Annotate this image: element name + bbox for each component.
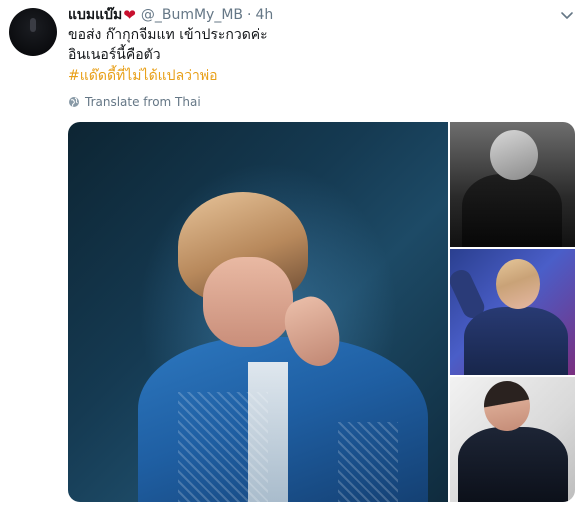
heart-emoji: ❤ — [123, 6, 136, 24]
separator-dot: · — [247, 7, 252, 23]
translate-link[interactable]: Translate from Thai — [68, 94, 201, 110]
display-name[interactable]: แบมแบ๊ม — [68, 4, 122, 26]
avatar-figure — [30, 18, 36, 32]
translate-label: Translate from Thai — [85, 95, 201, 109]
tweet-text-line-1: ขอส่ง ก๊ากุกจีมแท เข้าประกวดค่ะ — [68, 27, 268, 43]
chevron-down-icon[interactable] — [558, 7, 576, 23]
hashtag-link[interactable]: #แด๊ดดี้ที่ไม่ได้แปลว่าพ่อ — [68, 66, 218, 86]
user-handle[interactable]: @_BumMy_MB — [141, 7, 243, 23]
media-photo-bottom-right[interactable] — [450, 377, 575, 502]
figure-body — [462, 174, 562, 247]
globe-icon — [69, 97, 79, 107]
jacket-sequins — [178, 392, 268, 502]
media-photo-main[interactable] — [68, 122, 448, 502]
media-photo-top-right[interactable] — [450, 122, 575, 247]
jacket-sequins-right — [338, 422, 398, 502]
figure-body — [464, 307, 568, 375]
timestamp[interactable]: 4h — [255, 7, 273, 23]
tweet-text-line-2: อินเนอร์นี้คือตัว — [68, 47, 161, 63]
media-grid — [68, 122, 575, 502]
performer-face — [203, 257, 293, 347]
tweet: แบมแบ๊ม ❤ @_BumMy_MB · 4h ขอส่ง ก๊ากุกจี… — [0, 0, 583, 514]
avatar[interactable] — [9, 8, 57, 56]
media-photo-middle-right[interactable] — [450, 249, 575, 375]
figure-head — [484, 381, 530, 431]
figure-head — [490, 130, 538, 180]
figure-head — [496, 259, 540, 309]
figure-body — [458, 427, 568, 502]
tweet-header: แบมแบ๊ม ❤ @_BumMy_MB · 4h — [68, 5, 273, 25]
